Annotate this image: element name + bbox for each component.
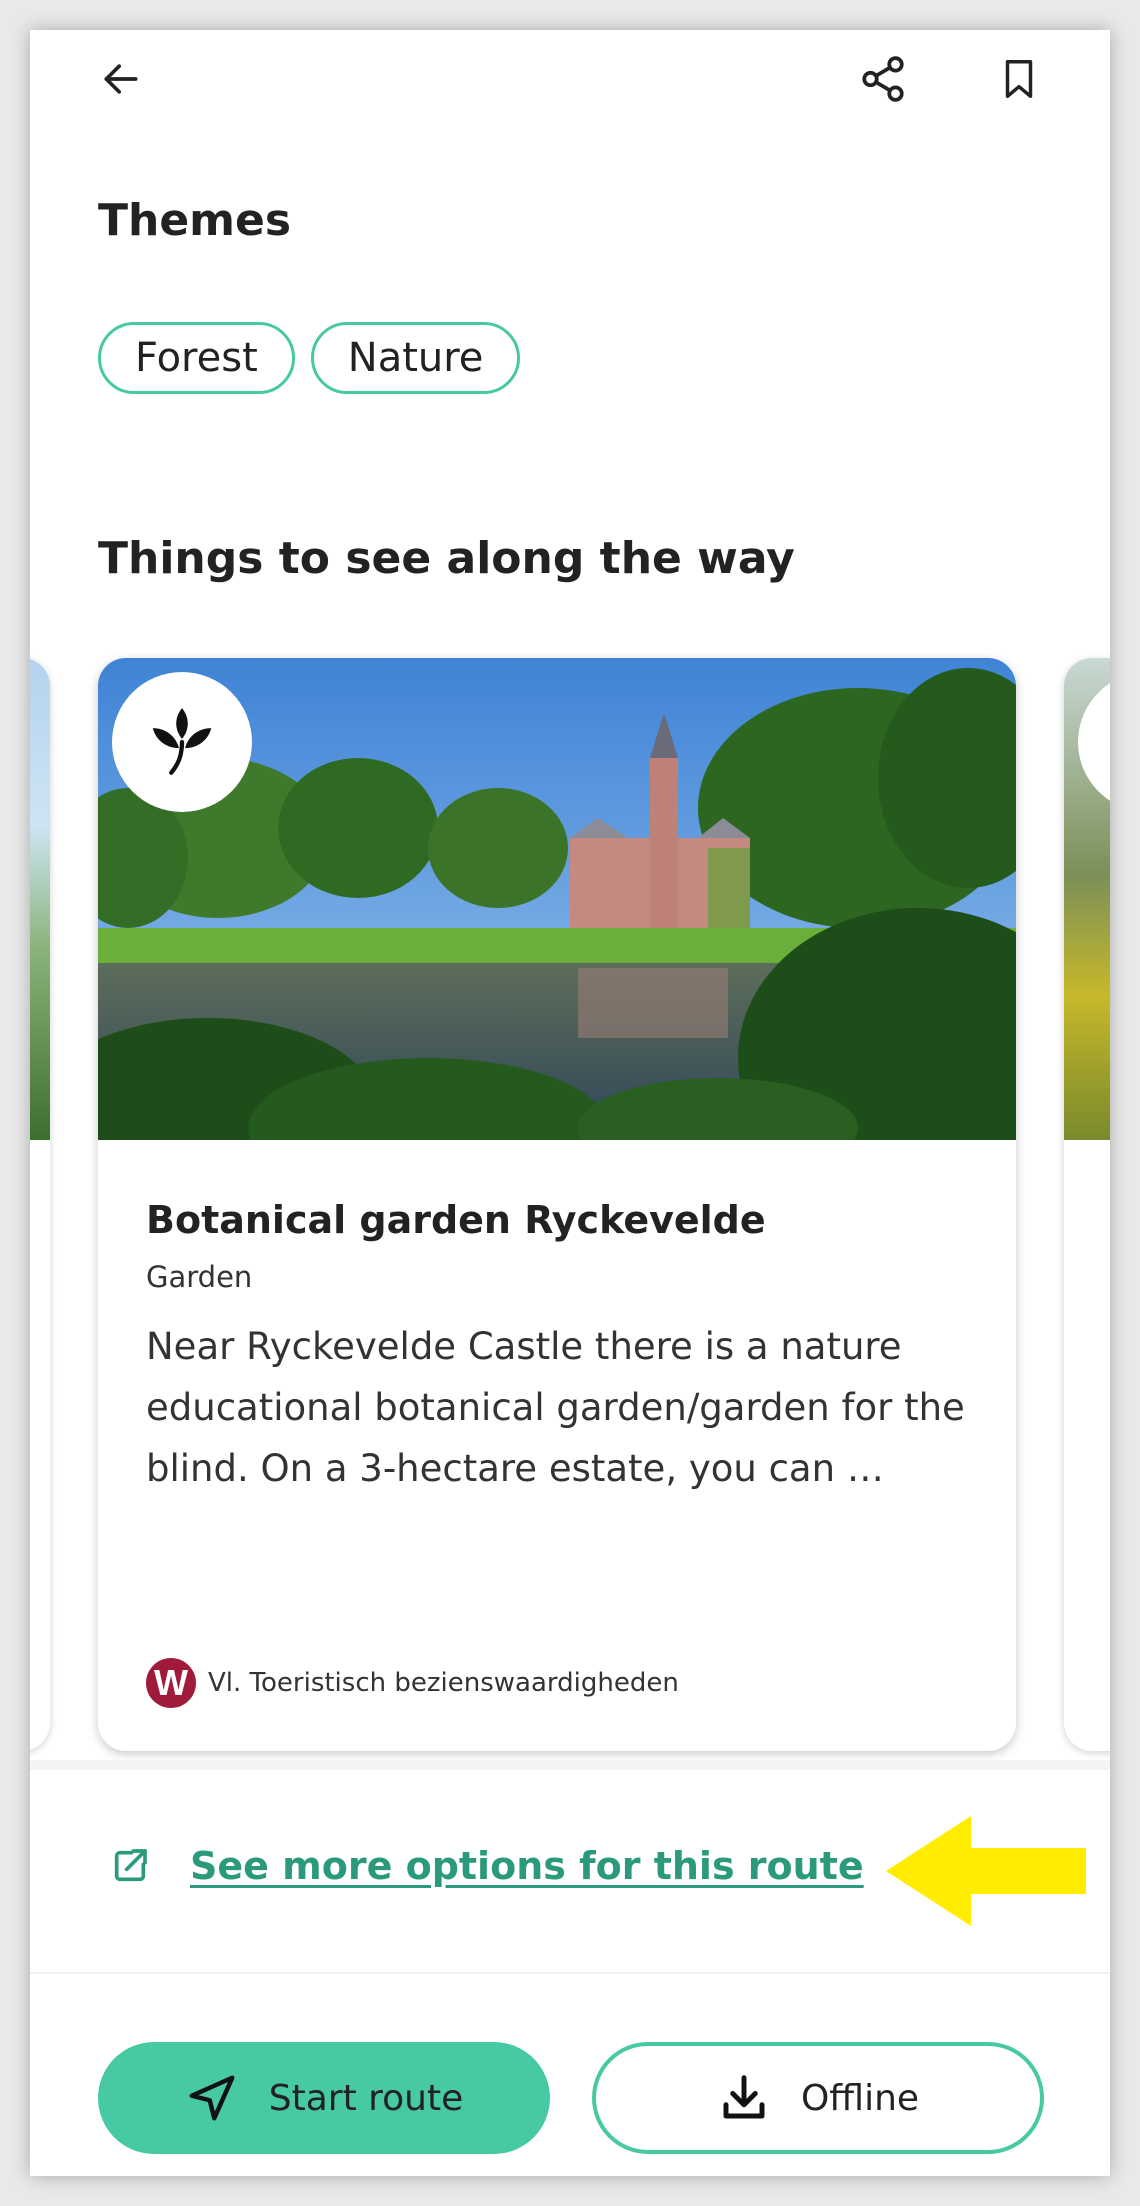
more-options-label: See more options for this route xyxy=(190,1844,864,1888)
source-logo: W xyxy=(146,1658,196,1708)
back-button[interactable] xyxy=(86,44,156,114)
annotation-arrow-icon xyxy=(886,1816,1086,1926)
offline-label: Offline xyxy=(800,2077,920,2119)
theme-chips: Forest Nature xyxy=(98,322,521,394)
themes-heading: Themes xyxy=(98,195,292,246)
start-route-button[interactable]: Start route xyxy=(98,2042,550,2154)
share-icon xyxy=(862,56,904,102)
badge xyxy=(112,672,252,812)
navigation-arrow-icon xyxy=(189,2075,235,2121)
sight-category: Garden xyxy=(146,1260,253,1294)
bookmark-button[interactable] xyxy=(984,44,1054,114)
sight-source: W Vl. Toeristisch bezienswaardigheden xyxy=(146,1658,679,1708)
start-route-label: Start route xyxy=(268,2077,464,2119)
previous-card[interactable] xyxy=(30,658,50,1751)
sight-description: Near Ryckevelde Castle there is a nature… xyxy=(146,1325,965,1490)
share-button[interactable] xyxy=(848,44,918,114)
sights-heading: Things to see along the way xyxy=(98,533,795,584)
footer-divider xyxy=(30,1972,1110,1974)
source-name: Vl. Toeristisch bezienswaardigheden xyxy=(208,1668,679,1698)
bookmark-icon xyxy=(1005,60,1033,98)
download-icon xyxy=(723,2075,765,2119)
external-link-icon xyxy=(114,1849,147,1882)
app-screen: Themes Forest Nature Things to see along… xyxy=(30,30,1110,2176)
next-card[interactable] xyxy=(1064,658,1110,1751)
sight-title: Botanical garden Ryckevelde xyxy=(146,1198,766,1242)
more-options-link[interactable]: See more options for this route xyxy=(110,1844,864,1888)
leaf-icon xyxy=(152,708,212,775)
sight-card[interactable]: Botanical garden Ryckevelde Garden Near … xyxy=(98,658,1016,1751)
chip-forest[interactable]: Forest xyxy=(98,322,295,394)
sight-photo xyxy=(98,658,1016,1140)
offline-button[interactable]: Offline xyxy=(592,2042,1044,2154)
section-divider xyxy=(30,1760,1110,1770)
arrow-left-icon xyxy=(104,64,138,94)
chip-nature[interactable]: Nature xyxy=(310,322,521,394)
